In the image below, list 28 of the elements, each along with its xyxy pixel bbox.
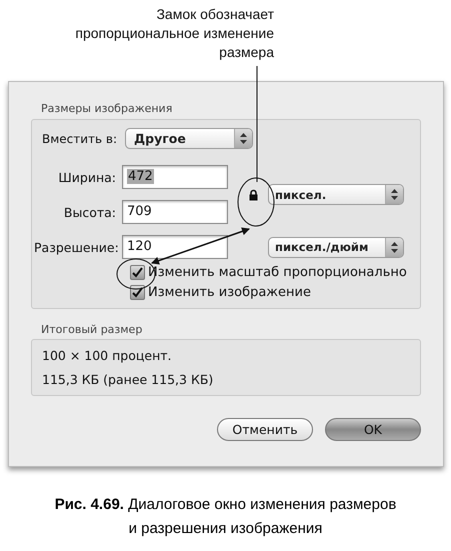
stepper-arrows-icon [240,133,248,144]
field-value: 472 [127,169,154,184]
stepper-arrows-icon [391,242,398,252]
input-field[interactable]: 120 [122,235,228,259]
stepper-arrows-icon [391,189,398,200]
highlight-ellipse [238,178,274,226]
popup-menu[interactable]: Другое [125,128,254,149]
field-label: Высота: [62,204,117,220]
field-label: Разрешение: [34,240,120,254]
popup-menu[interactable]: пиксел./дюйм [268,236,404,258]
result-text: 100 × 100 процент. [42,348,172,363]
field-value: 709 [127,204,152,219]
figure-caption: Рис. 4.69. Диалоговое окно изменения размеров и разрешения изображения [54,495,398,539]
field-label: Ширина: [57,170,117,184]
field-label: Вместить в: [42,132,118,146]
input-field[interactable]: 709 [122,200,228,224]
ok-button[interactable]: OK [325,418,421,441]
checkbox[interactable] [130,285,145,300]
callout-text: Замок обозначает пропорциональное изменение размера [74,5,274,62]
group-title: Итоговый размер [40,323,144,336]
checkbox-label: Изменить изображение [148,285,311,300]
input-field[interactable]: 472 [122,165,228,189]
popup-menu[interactable]: пиксел. [268,184,404,205]
checkbox[interactable] [130,265,145,280]
result-text: 115,3 КБ (ранее 115,3 КБ) [42,372,214,387]
group-title: Размеры изображения [40,102,174,115]
cancel-button[interactable]: Отменить [217,418,313,441]
field-value: 120 [127,239,152,254]
